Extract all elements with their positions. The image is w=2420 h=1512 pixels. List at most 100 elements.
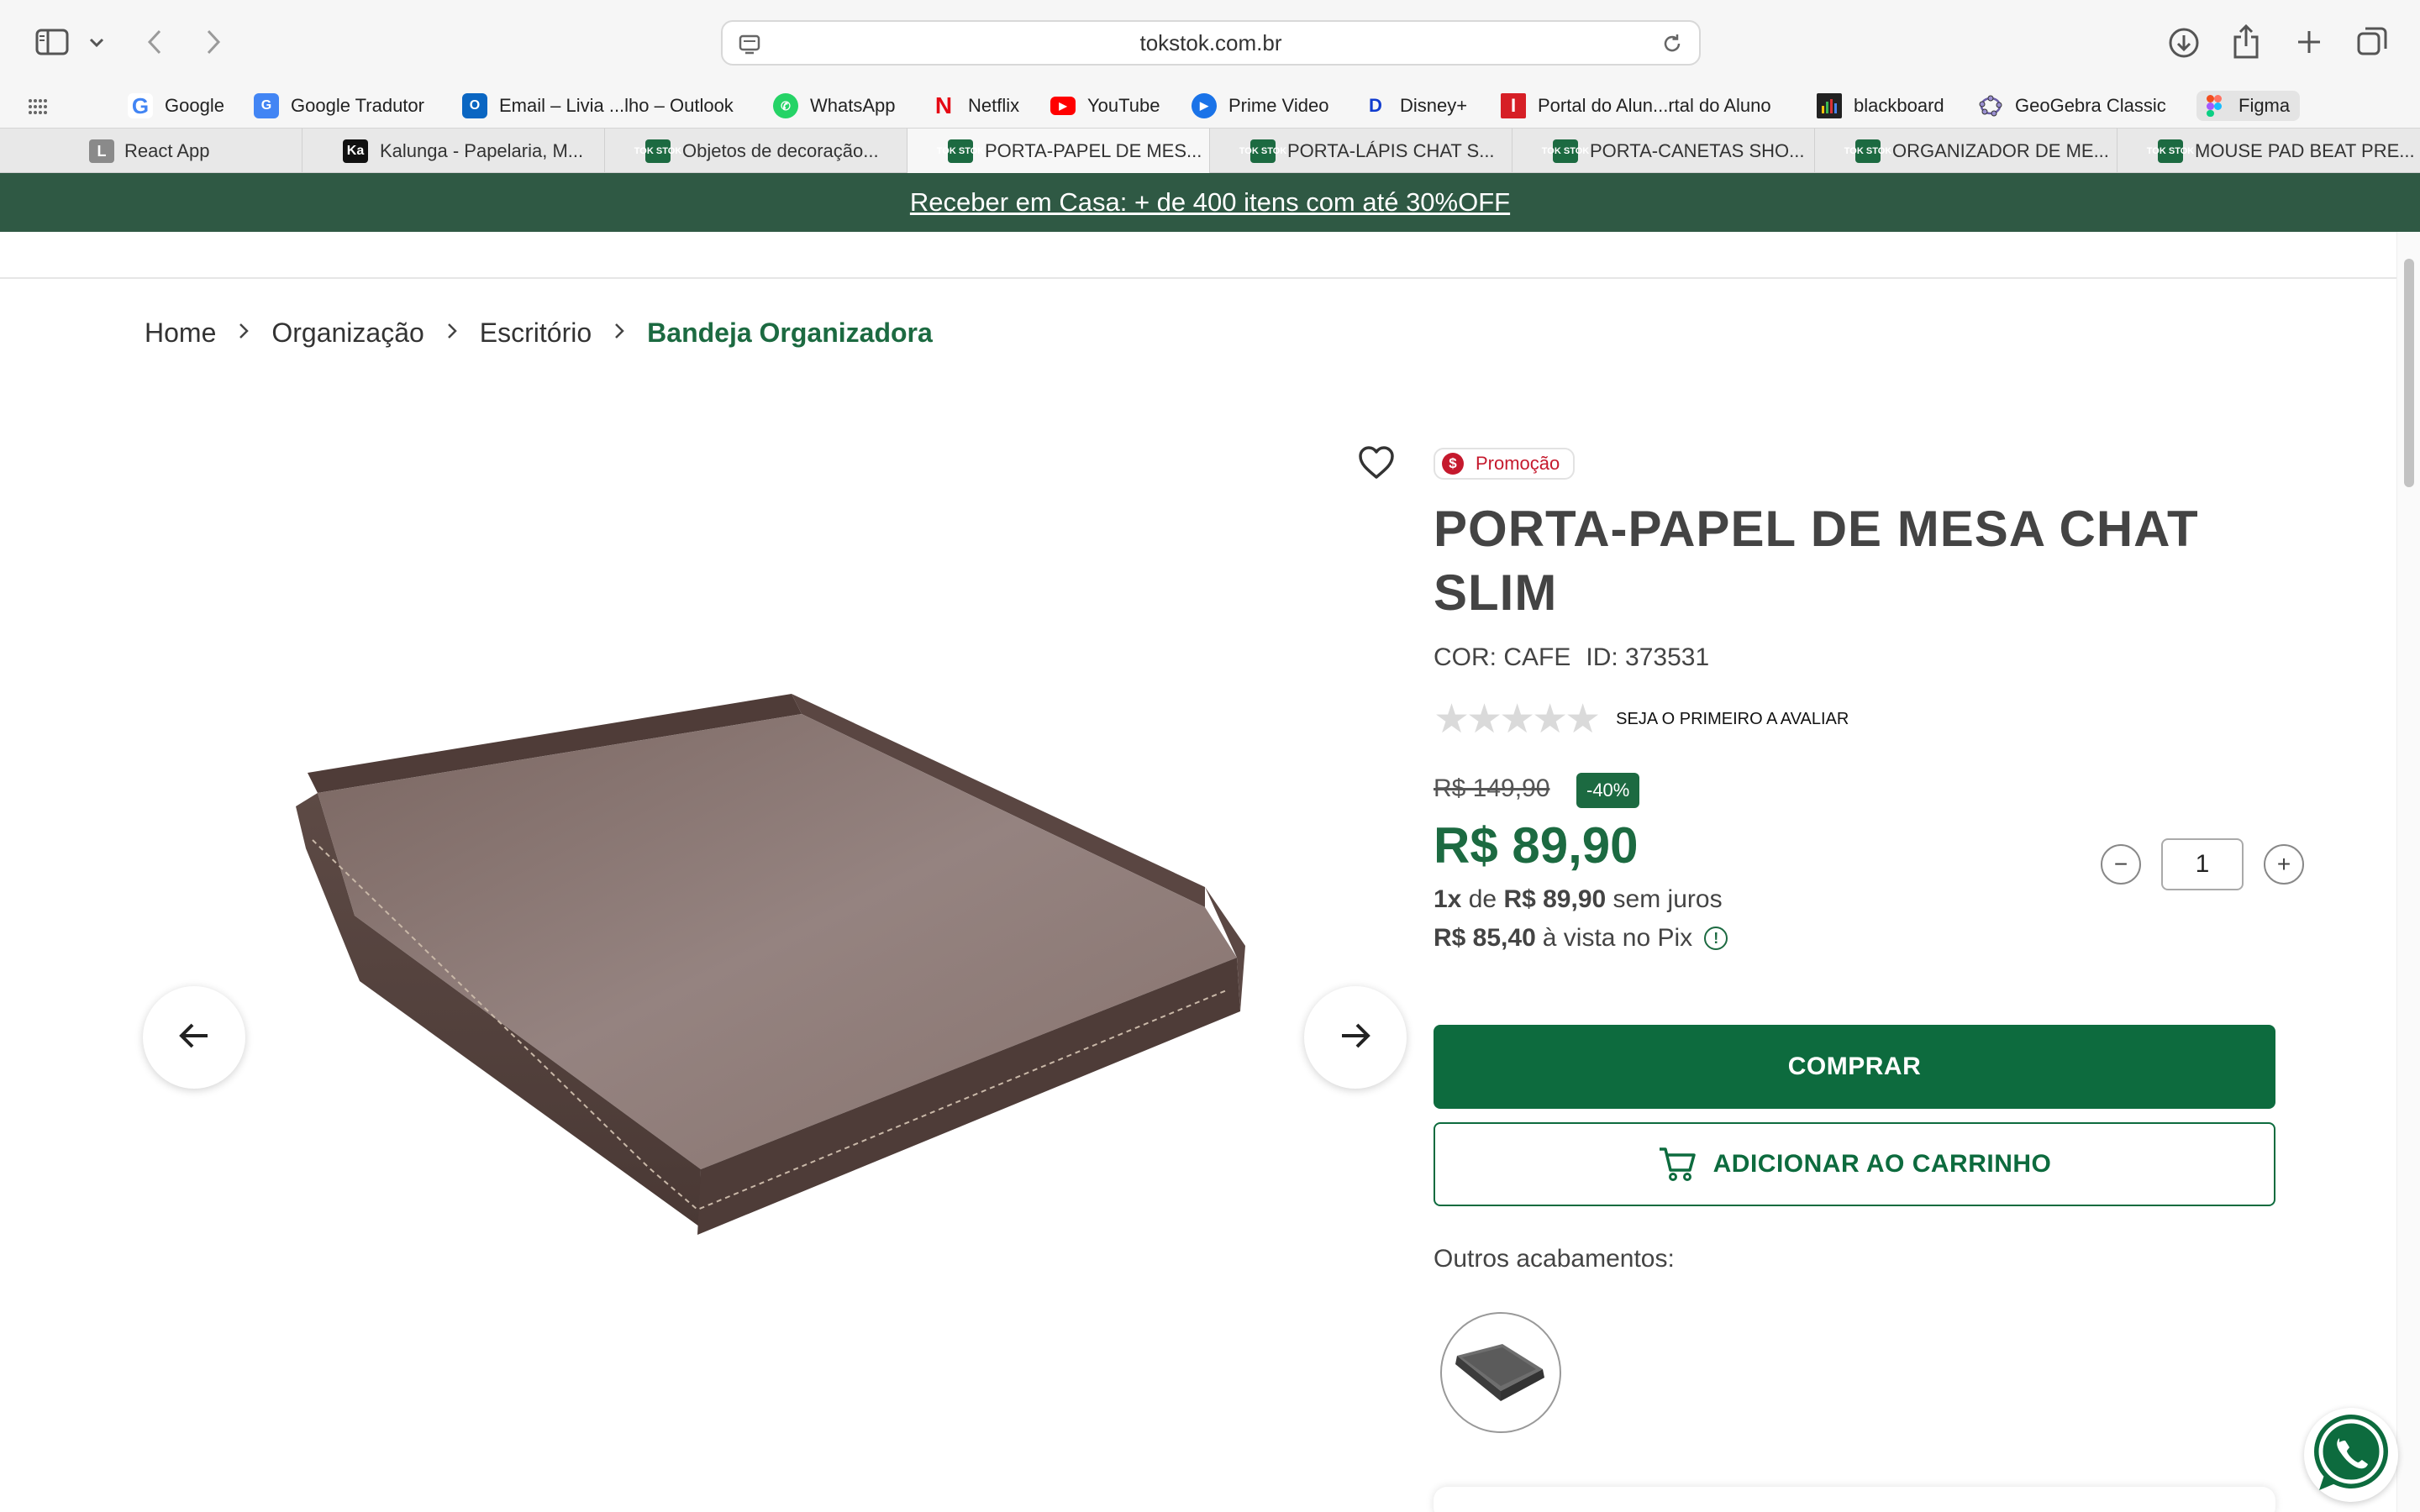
tab-objetos-decoracao[interactable]: TOK STOK Objetos de decoração...: [605, 129, 908, 174]
bookmark-whatsapp[interactable]: ✆ WhatsApp: [773, 84, 896, 128]
tokstok-favicon: TOK STOK: [1844, 139, 1891, 163]
dollar-icon: $: [1442, 453, 1464, 475]
share-icon[interactable]: [2228, 22, 2264, 60]
bookmark-prime-video[interactable]: ▶ Prime Video: [1192, 84, 1328, 128]
bookmark-figma[interactable]: Figma: [2196, 91, 2301, 121]
shipping-card: [1434, 1487, 2275, 1512]
forward-icon[interactable]: [198, 25, 229, 59]
bookmark-geogebra[interactable]: GeoGebra Classic: [1978, 84, 2166, 128]
tab-bar: L React App Ka Kalunga - Papelaria, M...…: [0, 128, 2420, 174]
tab-porta-canetas[interactable]: TOK STOK PORTA-CANETAS SHO...: [1512, 129, 1815, 174]
bookmark-google[interactable]: G Google: [128, 84, 224, 128]
bookmark-youtube[interactable]: ▶ YouTube: [1050, 84, 1160, 128]
finish-option-thumbnail[interactable]: [1440, 1312, 1561, 1433]
address-bar[interactable]: tokstok.com.br: [721, 20, 1701, 66]
bookmark-label: YouTube: [1087, 95, 1160, 116]
add-to-cart-button[interactable]: ADICIONAR AO CARRINHO: [1434, 1122, 2275, 1206]
finishes-label: Outros acabamentos:: [1434, 1245, 1675, 1273]
bookmark-label: GeoGebra Classic: [2015, 95, 2166, 116]
chevron-down-icon[interactable]: [87, 34, 106, 52]
bookmark-label: Google: [165, 95, 224, 116]
cart-icon: [1658, 1147, 1697, 1182]
installments-suffix: sem juros: [1612, 885, 1723, 913]
add-to-cart-label: ADICIONAR AO CARRINHO: [1712, 1150, 2052, 1178]
breadcrumb-organizacao[interactable]: Organização: [271, 318, 424, 349]
prime-video-icon: ▶: [1192, 93, 1217, 118]
tab-label: React App: [124, 140, 210, 161]
bookmark-outlook[interactable]: O Email – Livia ...lho – Outlook: [462, 84, 734, 128]
rating-stars-icon: ★★★★★: [1434, 697, 1601, 742]
tab-porta-lapis[interactable]: TOK STOK PORTA-LÁPIS CHAT S...: [1210, 129, 1512, 174]
info-icon[interactable]: !: [1704, 927, 1728, 950]
sidebar-toggle-icon[interactable]: [34, 27, 71, 57]
blackboard-icon: [1817, 93, 1842, 118]
quantity-increase-button[interactable]: +: [2264, 844, 2304, 885]
new-tab-icon[interactable]: [2292, 25, 2326, 59]
chevron-right-icon: [613, 319, 625, 346]
tokstok-favicon: TOK STOK: [634, 139, 681, 163]
bookmark-label: WhatsApp: [810, 95, 896, 116]
gallery-prev-button[interactable]: [143, 986, 245, 1089]
tab-overview-icon[interactable]: [2354, 24, 2390, 59]
apps-grid-icon[interactable]: [27, 96, 49, 118]
portal-icon: I: [1501, 93, 1526, 118]
quantity-decrease-button[interactable]: −: [2101, 844, 2141, 885]
breadcrumb-current[interactable]: Bandeja Organizadora: [647, 318, 933, 349]
product-rating[interactable]: ★★★★★ SEJA O PRIMEIRO A AVALIAR: [1434, 696, 1849, 743]
rating-text[interactable]: SEJA O PRIMEIRO A AVALIAR: [1616, 710, 1849, 729]
kalunga-favicon: Ka: [343, 139, 368, 163]
tab-kalunga[interactable]: Ka Kalunga - Papelaria, M...: [302, 129, 605, 174]
bookmark-label: Google Tradutor: [291, 95, 424, 116]
bookmark-label: Prime Video: [1228, 95, 1329, 116]
promo-link[interactable]: Receber em Casa: + de 400 itens com até …: [910, 187, 1510, 218]
tab-mouse-pad[interactable]: TOK STOK MOUSE PAD BEAT PRE...: [2118, 129, 2420, 174]
geogebra-icon: [1978, 93, 2003, 118]
reload-icon[interactable]: [1660, 32, 1684, 61]
arrow-left-icon: [177, 1022, 211, 1053]
bookmark-google-tradutor[interactable]: G Google Tradutor: [254, 84, 424, 128]
arrow-right-icon: [1339, 1022, 1372, 1053]
breadcrumb-escritorio[interactable]: Escritório: [480, 318, 592, 349]
downloads-icon[interactable]: [2166, 25, 2202, 60]
bookmark-label: Disney+: [1400, 95, 1468, 116]
scrollbar-thumb[interactable]: [2404, 259, 2414, 487]
product-title: PORTA-PAPEL DE MESA CHAT SLIM: [1434, 501, 2199, 621]
bookmark-disney[interactable]: D Disney+: [1363, 84, 1467, 128]
wishlist-button[interactable]: [1356, 445, 1397, 484]
bookmarks-bar: G Google G Google Tradutor O Email – Liv…: [0, 84, 2420, 128]
bookmark-label: Figma: [2238, 95, 2291, 116]
bookmark-netflix[interactable]: N Netflix: [931, 84, 1019, 128]
tokstok-favicon: TOK STOK: [1239, 139, 1286, 163]
browser-toolbar: tokstok.com.br: [0, 0, 2420, 84]
breadcrumb-home[interactable]: Home: [145, 318, 216, 349]
page-scrollbar[interactable]: [2396, 232, 2420, 1512]
category-nav-clipped: [0, 232, 2396, 279]
react-app-favicon: L: [89, 139, 114, 163]
bookmark-blackboard[interactable]: blackboard: [1817, 84, 1944, 128]
bookmark-label: blackboard: [1854, 95, 1944, 116]
pix-price: R$ 85,40: [1434, 924, 1536, 952]
product-meta: COR: CAFE ID: 373531: [1434, 643, 1709, 672]
back-icon[interactable]: [139, 25, 170, 59]
installments-count: 1x: [1434, 885, 1462, 913]
quantity-input[interactable]: 1: [2161, 838, 2244, 890]
whatsapp-icon: [2307, 1410, 2395, 1501]
tab-organizador[interactable]: TOK STOK ORGANIZADOR DE ME...: [1815, 129, 2118, 174]
chevron-right-icon: [446, 319, 458, 346]
buy-button[interactable]: COMPRAR: [1434, 1025, 2275, 1109]
product-id: ID: 373531: [1586, 643, 1710, 671]
gallery-next-button[interactable]: [1304, 986, 1407, 1089]
bookmark-portal-aluno[interactable]: I Portal do Alun...rtal do Aluno: [1501, 84, 1771, 128]
tab-label: PORTA-CANETAS SHO...: [1590, 140, 1805, 161]
installments-mid: de: [1468, 885, 1497, 913]
quantity-stepper: − 1 +: [2101, 838, 2304, 890]
tab-porta-papel[interactable]: TOK STOK PORTA-PAPEL DE MES...: [908, 129, 1210, 174]
tab-label: PORTA-PAPEL DE MES...: [985, 140, 1202, 161]
whatsapp-icon: ✆: [773, 93, 798, 118]
promo-badge: $ Promoção: [1434, 448, 1576, 480]
pix-price-info: R$ 85,40 à vista no Pix !: [1434, 924, 1728, 953]
whatsapp-chat-button[interactable]: [2304, 1408, 2398, 1502]
tab-react-app[interactable]: L React App: [50, 129, 302, 174]
site-settings-icon[interactable]: [738, 33, 761, 62]
tokstok-favicon: TOK STOK: [2147, 139, 2194, 163]
